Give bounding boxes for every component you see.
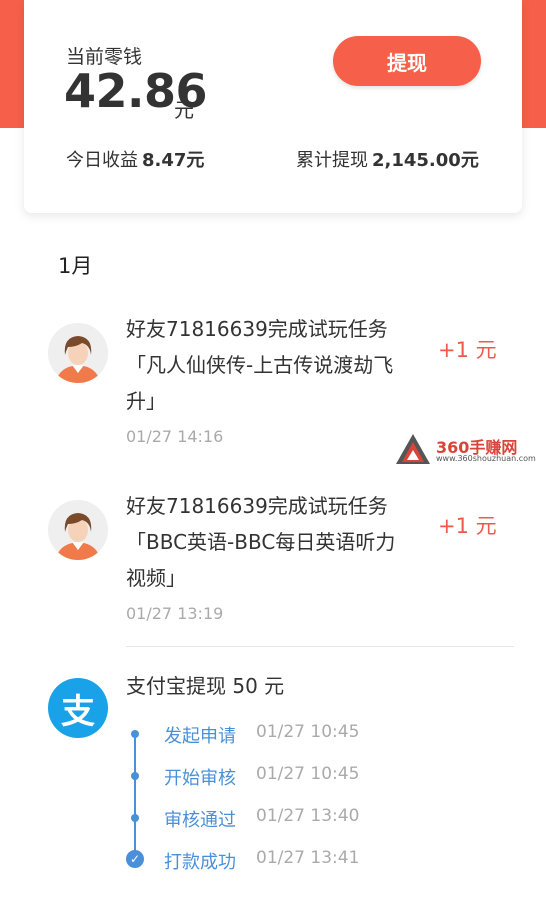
timeline-dot-icon (131, 730, 139, 738)
entry-description: 好友71816639完成试玩任务「凡人仙侠传-上古传说渡劫飞升」 (126, 317, 394, 413)
timeline-step: 发起申请 01/27 10:45 (126, 722, 426, 747)
timeline-step: 审核通过 01/27 13:40 (126, 806, 426, 831)
watermark: 360手赚网 www.360shouzhuan.com (394, 432, 542, 468)
timeline-dot-icon (131, 814, 139, 822)
timeline-step-time: 01/27 10:45 (256, 722, 360, 742)
timeline-step: ✓ 打款成功 01/27 13:41 (126, 848, 426, 873)
entry-reward: +1 元 (438, 338, 497, 362)
month-header: 1月 (58, 254, 93, 278)
timeline-step-label: 审核通过 (164, 810, 236, 831)
entry-time: 01/27 13:19 (126, 604, 224, 623)
timeline-step-label: 发起申请 (164, 726, 236, 747)
withdraw-button[interactable]: 提现 (333, 36, 481, 86)
entry-reward: +1 元 (438, 514, 497, 538)
today-earnings: 今日收益 8.47元 (66, 146, 204, 172)
alipay-icon: 支 (48, 678, 108, 738)
today-earnings-value: 8.47元 (142, 150, 205, 171)
timeline-step-label: 开始审核 (164, 768, 236, 789)
balance-unit: 元 (174, 98, 194, 122)
timeline-step-label: 打款成功 (164, 852, 236, 873)
today-earnings-label: 今日收益 (66, 150, 138, 171)
balance-card: 当前零钱 42.86 元 提现 今日收益 8.47元 累计提现 2,145.00元 (24, 0, 522, 213)
divider (126, 646, 514, 647)
total-withdrawn-value: 2,145.00元 (372, 150, 479, 171)
timeline-step-time: 01/27 13:41 (256, 848, 360, 868)
withdrawal-title: 支付宝提现 50 元 (126, 674, 285, 698)
entry-description: 好友71816639完成试玩任务「BBC英语-BBC每日英语听力视频」 (126, 494, 396, 590)
timeline-step: 开始审核 01/27 10:45 (126, 764, 426, 789)
watermark-logo-icon (396, 434, 430, 464)
friend-avatar-icon (48, 500, 108, 560)
check-icon: ✓ (126, 850, 144, 868)
timeline-step-time: 01/27 10:45 (256, 764, 360, 784)
timeline-line (134, 733, 136, 858)
watermark-url: www.360shouzhuan.com (436, 454, 536, 463)
total-withdrawn: 累计提现 2,145.00元 (296, 146, 479, 172)
total-withdrawn-label: 累计提现 (296, 150, 368, 171)
entry-time: 01/27 14:16 (126, 427, 224, 446)
timeline-dot-icon (131, 772, 139, 780)
friend-avatar-icon (48, 323, 108, 383)
timeline-step-time: 01/27 13:40 (256, 806, 360, 826)
